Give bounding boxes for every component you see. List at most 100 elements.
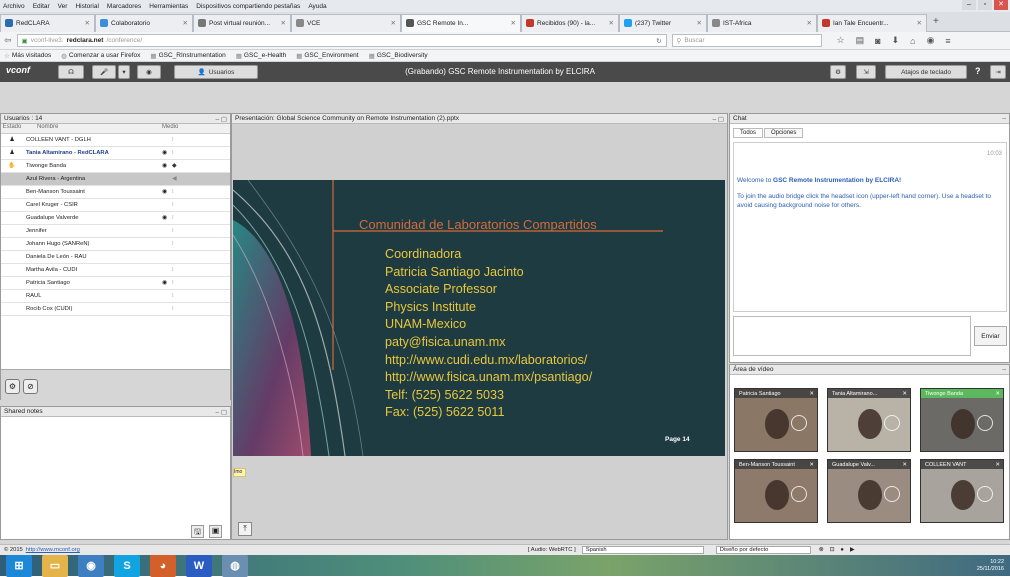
video-control-icon[interactable] (977, 486, 993, 502)
headset-button[interactable]: ☊ (58, 65, 84, 79)
bookmark-item[interactable]: ▦ GSC_e-Health (236, 52, 286, 60)
user-row[interactable]: Johann Hugo (SANReN) ⁞ (1, 238, 230, 251)
save-notes-button[interactable]: 🖫 (191, 525, 204, 538)
mute-all-icon[interactable]: ⊘ (23, 379, 38, 394)
chat-input[interactable] (733, 316, 971, 356)
menu-icon[interactable]: ≡ (945, 36, 950, 46)
video-control-icon[interactable] (884, 486, 900, 502)
chat-tab-options[interactable]: Opciones (764, 128, 804, 138)
bookmark-item[interactable]: ▦ GSC_Biodiversity (369, 52, 428, 60)
video-tile[interactable]: Patricia Santiago ✕ (734, 388, 818, 452)
menu-item[interactable]: Herramientas (149, 3, 188, 10)
speaker-icon[interactable]: ◀ (172, 176, 176, 182)
close-window-button[interactable]: ✕ (994, 0, 1008, 10)
close-tab-icon[interactable]: ✕ (85, 19, 90, 27)
user-row[interactable]: ♟ COLLEEN VANT - DGLH ⁞ (1, 134, 230, 147)
network-icon[interactable]: ◉ (78, 554, 104, 577)
microphone-icon[interactable]: ⁞ (172, 150, 174, 156)
user-row[interactable]: RAUL ⁞ (1, 290, 230, 303)
menu-item[interactable]: Editar (33, 3, 50, 10)
video-tile[interactable]: Guadalupe Valv... ✕ (827, 459, 911, 523)
send-button[interactable]: Enviar (974, 326, 1007, 346)
close-video-icon[interactable]: ✕ (995, 391, 1000, 397)
video-tile[interactable]: COLLEEN VANT ✕ (920, 459, 1004, 523)
minimize-icon[interactable]: – ▢ (215, 115, 227, 123)
mconf-link[interactable]: http://www.mconf.org (26, 547, 80, 553)
close-tab-icon[interactable]: ✕ (609, 19, 614, 27)
microphone-icon[interactable]: ⁞ (172, 280, 174, 286)
col-name[interactable]: Nombre (23, 124, 158, 133)
close-tab-icon[interactable]: ✕ (807, 19, 812, 27)
video-tile[interactable]: Ben-Manson Toussaint ✕ (734, 459, 818, 523)
language-select[interactable]: Spanish (581, 546, 704, 554)
maximize-button[interactable]: ▫ (978, 0, 992, 10)
url-bar[interactable]: ▣ vconf-live3. redclara.net /conference/… (16, 34, 667, 47)
close-tab-icon[interactable]: ✕ (281, 19, 286, 27)
bookmark-item[interactable]: ☆ Más visitados (4, 52, 51, 60)
browser-tab[interactable]: RedCLARA ✕ (0, 13, 95, 32)
download-icon[interactable]: ⬇ (892, 35, 900, 46)
close-video-icon[interactable]: ✕ (902, 391, 907, 397)
skype-icon[interactable]: S (114, 554, 140, 577)
star-icon[interactable]: ☆ (837, 35, 845, 46)
bookmark-item[interactable]: ▦ GSC_Environment (296, 52, 358, 60)
menu-item[interactable]: Archivo (3, 3, 25, 10)
browser-tab[interactable]: VCE ✕ (291, 13, 401, 32)
microphone-icon[interactable]: ⁞ (172, 241, 174, 247)
logout-button[interactable]: ⇥ (990, 65, 1006, 79)
video-control-icon[interactable] (884, 415, 900, 431)
home-icon[interactable]: ⌂ (910, 36, 915, 46)
browser-tab[interactable]: Colaboratorio ✕ (95, 13, 193, 32)
back-icon[interactable]: ⇦ (4, 35, 12, 46)
microphone-dropdown[interactable]: ▾ (118, 65, 130, 79)
microphone-icon[interactable]: ◆ (172, 163, 176, 169)
menu-item[interactable]: Marcadores (107, 3, 141, 10)
minimize-button[interactable]: – (962, 0, 976, 10)
user-row[interactable]: Carel Kruger - CSIR ⁞ (1, 199, 230, 212)
user-row[interactable]: Guadalupe Valverde ◉ ⁞ (1, 212, 230, 225)
close-video-icon[interactable]: ✕ (809, 391, 814, 397)
start-icon[interactable]: ⊞ (6, 554, 32, 577)
minimize-icon[interactable]: – ▢ (215, 408, 227, 416)
microphone-icon[interactable]: ⁞ (172, 293, 174, 299)
user-row[interactable]: Azul Rivera - Argentina ◀ (1, 173, 230, 186)
microphone-icon[interactable]: ⁞ (172, 189, 174, 195)
video-control-icon[interactable] (791, 415, 807, 431)
record-icon[interactable]: ● (840, 547, 844, 553)
new-tab-icon[interactable]: + (933, 16, 939, 27)
microphone-icon[interactable]: ⁞ (172, 215, 174, 221)
browser-tab[interactable]: (237) Twitter ✕ (619, 13, 707, 32)
slide-thumbnail[interactable]: Imo (233, 468, 246, 477)
menu-item[interactable]: Ayuda (308, 3, 326, 10)
user-row[interactable]: Patricia Santiago ◉ ⁞ (1, 277, 230, 290)
microphone-icon[interactable]: ⁞ (172, 202, 174, 208)
webcam-button[interactable]: ◉ (137, 65, 161, 79)
keyboard-shortcuts-button[interactable]: Atajos de teclado (885, 65, 967, 79)
upload-presentation-button[interactable]: ⤒ (238, 522, 252, 536)
reading-list-icon[interactable]: ▤ (856, 35, 865, 46)
video-control-icon[interactable] (791, 486, 807, 502)
layout-select[interactable]: Diseño por defecto (715, 546, 811, 554)
col-media[interactable]: Medio (158, 124, 204, 133)
minimize-icon[interactable]: – (1002, 366, 1006, 373)
users-button[interactable]: 👤 Usuarios (174, 65, 258, 79)
microphone-icon[interactable]: ⁞ (172, 228, 174, 234)
pocket-icon[interactable]: ◙ (875, 36, 880, 46)
firefox-icon[interactable]: ◕ (150, 554, 176, 577)
browser-tab[interactable]: Post virtual reunión... ✕ (193, 13, 291, 32)
user-row[interactable]: ♟ Tania Altamirano - RedCLARA ◉ ⁞ (1, 147, 230, 160)
lock-layout-icon[interactable]: ⊗ (819, 547, 824, 553)
microphone-button[interactable]: 🎤 (92, 65, 116, 79)
close-video-icon[interactable]: ✕ (902, 462, 907, 468)
search-input[interactable]: ⚲ Buscar (671, 34, 822, 47)
user-row[interactable]: Daniela De León - RAU (1, 251, 230, 264)
reload-icon[interactable]: ↻ (656, 37, 661, 45)
next-icon[interactable]: ▶ (850, 547, 854, 553)
settings-button[interactable]: ⚙ (830, 65, 846, 79)
close-tab-icon[interactable]: ✕ (391, 19, 396, 27)
chat-tab-all[interactable]: Todos (733, 128, 764, 138)
menu-item[interactable]: Dispositivos compartiendo pestañas (196, 3, 300, 10)
user-row[interactable]: Jennifer ⁞ (1, 225, 230, 238)
close-tab-icon[interactable]: ✕ (511, 19, 516, 27)
layout-button[interactable]: ⇲ (856, 65, 876, 79)
